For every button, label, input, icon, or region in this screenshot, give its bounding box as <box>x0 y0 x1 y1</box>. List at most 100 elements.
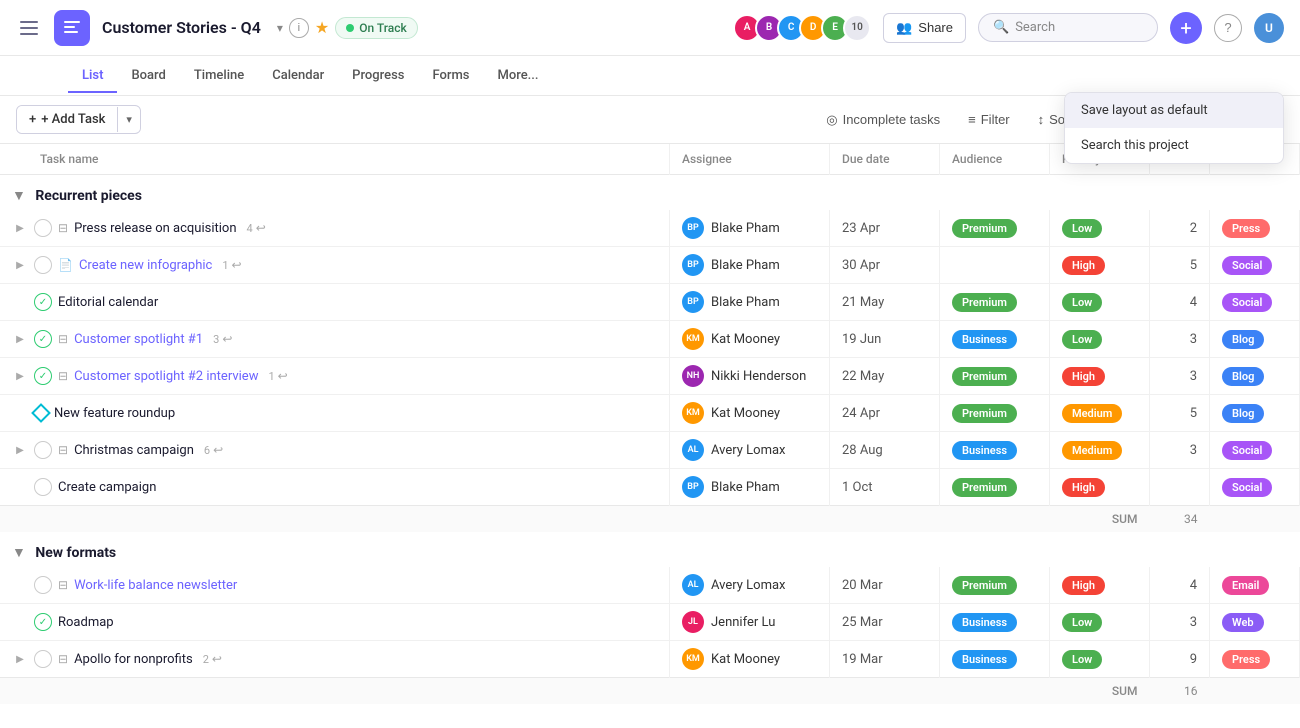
avatar-group: A B C D E 10 <box>733 14 871 42</box>
search-icon: 🔍 <box>993 20 1009 35</box>
hamburger-menu[interactable] <box>16 17 42 39</box>
priority-cell: High <box>1050 567 1150 604</box>
priority-badge: High <box>1062 367 1105 386</box>
assignee-cell: AL Avery Lomax <box>670 567 830 604</box>
section-collapse-icon[interactable]: ▼ <box>12 188 26 204</box>
task-status-done[interactable]: ✓ <box>34 293 52 311</box>
plus-icon: + <box>29 112 36 127</box>
help-button[interactable]: ? <box>1214 14 1242 42</box>
priority-cell: Low <box>1050 604 1150 641</box>
col-due-date: Due date <box>830 144 940 175</box>
due-date-cell: 22 May <box>830 358 940 395</box>
task-status-empty[interactable] <box>34 441 52 459</box>
sum-value: 16 <box>1150 678 1210 705</box>
task-cell: ▶ Create campaign <box>0 469 670 506</box>
due-date-cell: 20 Mar <box>830 567 940 604</box>
tag-cell: Press <box>1210 210 1300 247</box>
task-name-text: New feature roundup <box>54 406 175 421</box>
audience-cell: Business <box>940 432 1050 469</box>
due-date: 1 Oct <box>842 480 873 495</box>
tag-badge: Blog <box>1222 330 1264 349</box>
priority-badge: Low <box>1062 330 1102 349</box>
task-status-empty[interactable] <box>34 256 52 274</box>
tag-badge: Social <box>1222 441 1272 460</box>
sum-value: 34 <box>1150 506 1210 533</box>
share-button[interactable]: 👥 Share <box>883 13 966 43</box>
priority-badge: Low <box>1062 293 1102 312</box>
tab-timeline[interactable]: Timeline <box>180 60 258 93</box>
task-name-link[interactable]: Customer spotlight #1 <box>74 332 203 347</box>
task-status-diamond[interactable] <box>31 403 51 423</box>
tab-forms[interactable]: Forms <box>418 60 483 93</box>
section-header: ▼ New formats <box>0 532 1300 567</box>
expand-btn[interactable]: ▶ <box>12 220 28 236</box>
expand-btn[interactable]: ▶ <box>12 331 28 347</box>
add-button[interactable]: + <box>1170 12 1202 44</box>
expand-btn[interactable]: ▶ <box>12 651 28 667</box>
assignee-cell: AL Avery Lomax <box>670 432 830 469</box>
user-avatar[interactable]: U <box>1254 13 1284 43</box>
tab-list[interactable]: List <box>68 60 117 93</box>
due-date: 23 Apr <box>842 221 880 236</box>
audience-cell: Business <box>940 641 1050 678</box>
table-row: ▶ ✓ ⊟ Customer spotlight #2 interview 1 … <box>0 358 1300 395</box>
audience-cell: Business <box>940 321 1050 358</box>
assignee-avatar: AL <box>682 439 704 461</box>
subtask-count: 1 ↩ <box>222 258 241 272</box>
task-cell: ▶ ✓ Roadmap <box>0 604 670 641</box>
due-date: 20 Mar <box>842 578 883 593</box>
due-date: 24 Apr <box>842 406 880 421</box>
task-status-empty[interactable] <box>34 650 52 668</box>
assignee-avatar: KM <box>682 328 704 350</box>
expand-btn[interactable]: ▶ <box>12 368 28 384</box>
tab-progress[interactable]: Progress <box>338 60 418 93</box>
task-name-link[interactable]: Customer spotlight #2 interview <box>74 369 258 384</box>
due-date-cell: 1 Oct <box>830 469 940 506</box>
filter-button[interactable]: ≡ Filter <box>958 107 1019 132</box>
expand-btn[interactable]: ▶ <box>12 257 28 273</box>
task-status-circle[interactable] <box>34 478 52 496</box>
tag-cell: Email <box>1210 567 1300 604</box>
audience-badge: Business <box>952 613 1017 632</box>
task-status-done[interactable]: ✓ <box>34 613 52 631</box>
task-status-done[interactable]: ✓ <box>34 367 52 385</box>
task-name-link[interactable]: Create new infographic <box>79 258 212 273</box>
task-name: Create campaign <box>58 480 156 495</box>
tab-more[interactable]: More... <box>483 60 552 93</box>
task-name-link[interactable]: Work-life balance newsletter <box>74 578 237 593</box>
avatar-count[interactable]: 10 <box>843 14 871 42</box>
search-project-item[interactable]: Search this project <box>1065 128 1283 163</box>
incomplete-tasks-button[interactable]: ◎ Incomplete tasks <box>816 107 950 133</box>
task-status-empty[interactable] <box>34 576 52 594</box>
audience-badge: Premium <box>952 478 1017 497</box>
star-icon[interactable]: ★ <box>315 18 329 37</box>
assignee-cell: BP Blake Pham <box>670 284 830 321</box>
tab-calendar[interactable]: Calendar <box>258 60 338 93</box>
task-cell: ▶ ⊟ Christmas campaign 6 ↩ <box>0 432 670 469</box>
task-name-text: Christmas campaign <box>74 443 194 458</box>
multi-task-icon: ⊟ <box>58 652 68 666</box>
expand-btn[interactable]: ▶ <box>12 442 28 458</box>
info-button[interactable]: i <box>289 18 309 38</box>
due-date-cell: 21 May <box>830 284 940 321</box>
col-audience: Audience <box>940 144 1050 175</box>
assignee-name: Kat Mooney <box>711 652 780 667</box>
task-name: Press release on acquisition <box>74 221 236 236</box>
task-status-empty[interactable] <box>34 219 52 237</box>
audience-cell <box>940 247 1050 284</box>
task-name-text: Editorial calendar <box>58 295 158 310</box>
sum-label: SUM <box>1050 678 1150 705</box>
search-box[interactable]: 🔍 Search <box>978 13 1158 42</box>
add-task-label: + Add Task <box>41 112 105 127</box>
task-name: Apollo for nonprofits <box>74 652 193 667</box>
section-collapse-icon[interactable]: ▼ <box>12 545 26 561</box>
task-status-done[interactable]: ✓ <box>34 330 52 348</box>
save-layout-item[interactable]: Save layout as default <box>1065 93 1283 128</box>
num-cell: 3 <box>1150 358 1210 395</box>
multi-task-icon: ⊟ <box>58 578 68 592</box>
tag-badge: Social <box>1222 478 1272 497</box>
tab-board[interactable]: Board <box>117 60 179 93</box>
add-task-button[interactable]: + + Add Task ▾ <box>16 105 141 134</box>
title-chevron[interactable]: ▾ <box>277 21 283 35</box>
audience-badge: Premium <box>952 219 1017 238</box>
